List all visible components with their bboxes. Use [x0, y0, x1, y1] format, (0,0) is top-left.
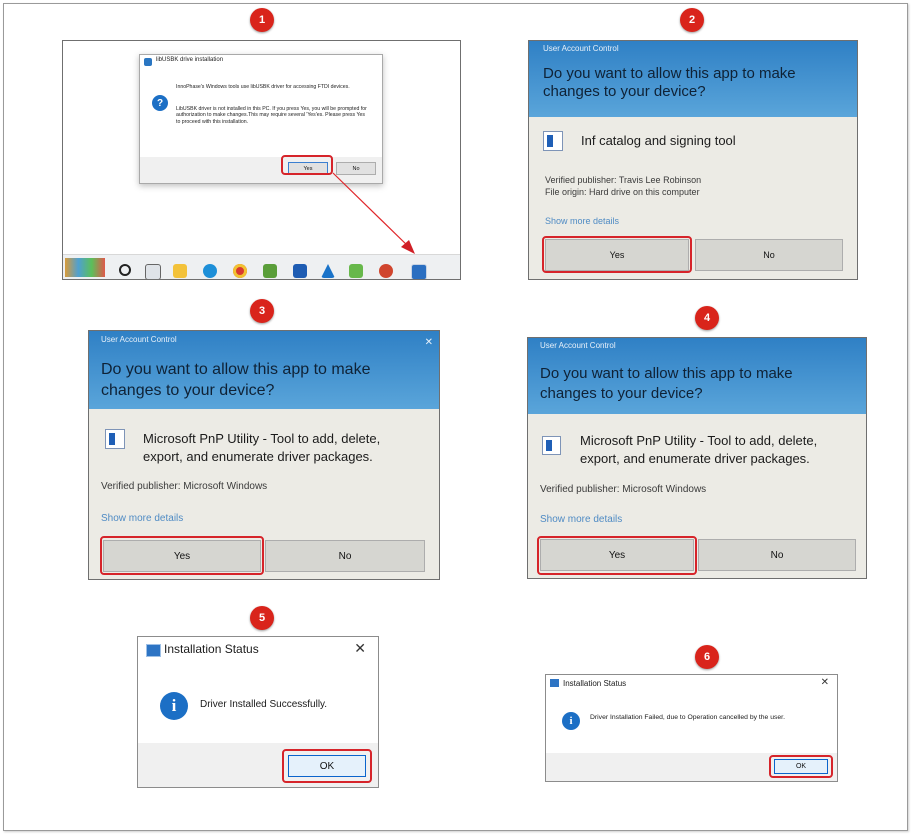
uac-question: Do you want to allow this app to make ch…	[543, 65, 796, 100]
no-button[interactable]: No	[695, 239, 843, 271]
no-button[interactable]: No	[265, 540, 425, 572]
info-icon: i	[160, 692, 188, 720]
close-icon[interactable]: ✕	[425, 337, 433, 348]
show-more-details-link[interactable]: Show more details	[540, 514, 622, 525]
outlook-icon[interactable]	[293, 264, 307, 278]
close-icon[interactable]: ✕	[821, 677, 829, 688]
panel-install-failed: Installation Status ✕ i Driver Installat…	[545, 674, 838, 782]
panel-desktop-libusbk: libUSBK drive installation ? InnoPhase's…	[62, 40, 461, 280]
yes-highlight	[537, 536, 697, 575]
app-icon-green[interactable]	[263, 264, 277, 278]
yes-highlight	[100, 536, 264, 575]
app-icon	[543, 131, 563, 151]
search-circle-icon[interactable]	[119, 264, 131, 276]
app-icon	[105, 429, 125, 449]
edge-icon[interactable]	[203, 264, 217, 278]
uac-label: User Account Control	[543, 44, 619, 53]
task-view-icon[interactable]	[145, 264, 161, 279]
panel-install-success: Installation Status ✕ i Driver Installed…	[137, 636, 379, 788]
status-message: Driver Installation Failed, due to Opera…	[590, 714, 785, 721]
ok-highlight	[769, 755, 833, 778]
step-badge-2: 2	[680, 8, 704, 32]
verified-publisher: Verified publisher: Microsoft Windows	[101, 481, 268, 492]
uac-header: User Account Control ✕ Do you want to al…	[89, 331, 439, 409]
panel-uac-inf-catalog: User Account Control Do you want to allo…	[528, 40, 858, 280]
close-icon[interactable]: ✕	[354, 640, 366, 657]
app-name: Microsoft PnP Utility - Tool to add, del…	[580, 433, 818, 466]
uac-header: User Account Control Do you want to allo…	[529, 41, 857, 117]
panel-uac-pnputil-2: User Account Control Do you want to allo…	[527, 337, 867, 579]
step-badge-3: 3	[250, 299, 274, 323]
uac-header: User Account Control Do you want to allo…	[528, 338, 866, 414]
taskbar	[63, 254, 460, 279]
uac-label: User Account Control	[101, 335, 177, 344]
step-badge-1: 1	[250, 8, 274, 32]
show-more-details-link[interactable]: Show more details	[545, 216, 619, 226]
app-icon	[542, 436, 561, 455]
uac-label: User Account Control	[540, 341, 616, 350]
show-more-details-link[interactable]: Show more details	[101, 513, 183, 524]
app-icon	[550, 679, 559, 687]
libusbk-tray-icon[interactable]	[411, 264, 427, 279]
dialog-title: Installation Status	[563, 679, 627, 688]
app-name: Microsoft PnP Utility - Tool to add, del…	[143, 431, 381, 464]
status-message: Driver Installed Successfully.	[200, 699, 328, 710]
step-badge-4: 4	[695, 306, 719, 330]
widget-thumbnail[interactable]	[65, 258, 105, 277]
panel-uac-pnputil-1: User Account Control ✕ Do you want to al…	[88, 330, 440, 580]
app-icon-blue[interactable]	[321, 264, 335, 278]
step-badge-5: 5	[250, 606, 274, 630]
yes-highlight	[542, 236, 692, 273]
file-origin: File origin: Hard drive on this computer	[545, 187, 700, 197]
verified-publisher: Verified publisher: Microsoft Windows	[540, 484, 707, 495]
app-name: Inf catalog and signing tool	[581, 133, 736, 148]
step-badge-6: 6	[695, 645, 719, 669]
uac-question: Do you want to allow this app to make ch…	[540, 365, 793, 402]
app-icon-lime[interactable]	[349, 264, 363, 278]
file-explorer-icon[interactable]	[173, 264, 187, 278]
uac-question: Do you want to allow this app to make ch…	[101, 361, 371, 399]
no-button[interactable]: No	[698, 539, 856, 571]
dialog-title: Installation Status	[164, 642, 259, 656]
ok-highlight	[282, 749, 372, 783]
arrow-to-tray	[332, 172, 415, 254]
verified-publisher: Verified publisher: Travis Lee Robinson	[545, 175, 702, 185]
info-icon: i	[562, 712, 580, 730]
app-icon	[146, 644, 161, 657]
chrome-icon[interactable]	[233, 264, 247, 278]
powerpoint-icon[interactable]	[379, 264, 393, 278]
